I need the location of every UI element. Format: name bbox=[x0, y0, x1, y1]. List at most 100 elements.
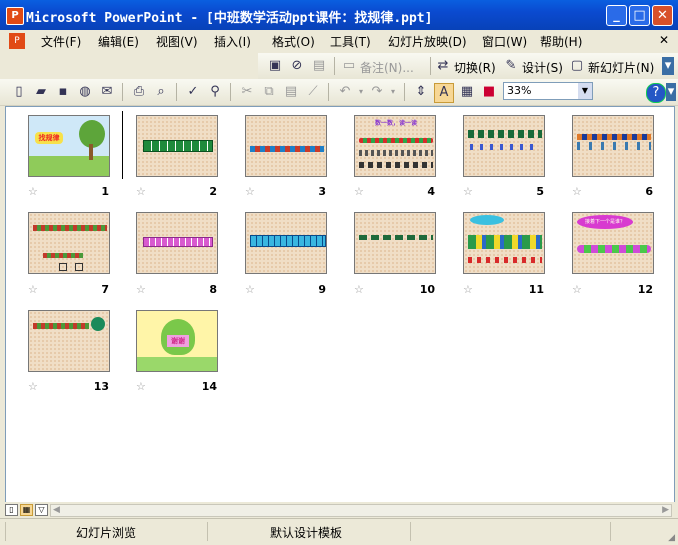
slide-thumbnail-4[interactable]: 数一数，读一读 bbox=[354, 115, 436, 177]
transition-button[interactable]: 切换(R) bbox=[454, 59, 496, 76]
transition-icon[interactable]: ⇄ bbox=[434, 57, 452, 75]
spelling-icon[interactable]: ✓ bbox=[184, 83, 202, 101]
menu-view[interactable]: 视图(V) bbox=[156, 33, 198, 50]
chevron-down-icon[interactable]: ▼ bbox=[578, 83, 592, 99]
cut-icon[interactable]: ✂ bbox=[238, 83, 256, 101]
redo-dropdown-icon[interactable]: ▾ bbox=[384, 83, 402, 101]
slide-12-number: 12 bbox=[637, 283, 653, 296]
permission-icon[interactable]: ◍ bbox=[76, 83, 94, 101]
slide-8-effect-icon[interactable]: ☆ bbox=[136, 283, 146, 296]
copy-icon[interactable]: ⧉ bbox=[260, 83, 278, 101]
slide-14-number: 14 bbox=[201, 380, 217, 393]
toolbar-options-icon[interactable]: ▾ bbox=[662, 57, 674, 75]
expand-all-icon[interactable]: ⇕ bbox=[412, 83, 430, 101]
slide-3-effect-icon[interactable]: ☆ bbox=[245, 185, 255, 198]
slide-1-effect-icon[interactable]: ☆ bbox=[28, 185, 38, 198]
minimize-button[interactable]: _ bbox=[606, 5, 627, 26]
open-folder-icon[interactable]: ▰ bbox=[32, 83, 50, 101]
status-bar: 幻灯片浏览 默认设计模板 ◢ bbox=[0, 518, 678, 545]
slide-5-effect-icon[interactable]: ☆ bbox=[463, 185, 473, 198]
zoom-value: 33% bbox=[507, 84, 532, 97]
resize-grip-icon[interactable]: ◢ bbox=[668, 533, 675, 543]
menu-file[interactable]: 文件(F) bbox=[41, 33, 81, 50]
slide-12-effect-icon[interactable]: ☆ bbox=[572, 283, 582, 296]
status-view-name: 幻灯片浏览 bbox=[76, 526, 137, 540]
slide-thumbnail-7[interactable] bbox=[28, 212, 110, 274]
slide-thumbnail-13[interactable] bbox=[28, 310, 110, 372]
document-icon[interactable]: P bbox=[9, 33, 25, 49]
scroll-left-icon[interactable]: ◀ bbox=[53, 505, 60, 515]
new-slide-button[interactable]: 新幻灯片(N) bbox=[588, 59, 654, 76]
help-icon[interactable]: ? bbox=[646, 83, 666, 103]
save-icon[interactable]: ▪ bbox=[54, 83, 72, 101]
slide-thumbnail-14[interactable]: 谢谢 bbox=[136, 310, 218, 372]
slide-8-number: 8 bbox=[209, 283, 217, 296]
slide-thumbnail-12[interactable]: 接着下一个是谁？ bbox=[572, 212, 654, 274]
menu-insert[interactable]: 插入(I) bbox=[214, 33, 251, 50]
slide-9-effect-icon[interactable]: ☆ bbox=[245, 283, 255, 296]
slide-10-number: 10 bbox=[419, 283, 435, 296]
menu-window[interactable]: 窗口(W) bbox=[482, 33, 527, 50]
new-slide-icon[interactable]: ▢ bbox=[568, 57, 586, 75]
comment-button[interactable]: 备注(N)... bbox=[360, 59, 414, 76]
email-icon[interactable]: ✉ bbox=[98, 83, 116, 101]
view-bar: ▯ ▦ ▽ ◀ ▶ bbox=[0, 502, 678, 518]
slide-thumbnail-5[interactable] bbox=[463, 115, 545, 177]
grid-icon[interactable]: ▦ bbox=[458, 83, 476, 101]
summary-slide-icon[interactable]: ⊘ bbox=[288, 57, 306, 75]
menu-tools[interactable]: 工具(T) bbox=[330, 33, 371, 50]
toolbar-more-icon[interactable]: ▾ bbox=[666, 83, 676, 101]
slide-11-effect-icon[interactable]: ☆ bbox=[463, 283, 473, 296]
slide-4-number: 4 bbox=[427, 185, 435, 198]
horizontal-scrollbar[interactable]: ◀ ▶ bbox=[50, 504, 672, 517]
hide-slide-icon[interactable]: ▣ bbox=[266, 57, 284, 75]
maximize-button[interactable]: □ bbox=[629, 5, 650, 26]
design-button[interactable]: 设计(S) bbox=[522, 59, 563, 76]
slide-6-effect-icon[interactable]: ☆ bbox=[572, 185, 582, 198]
expand-slides-icon[interactable]: ▤ bbox=[310, 57, 328, 75]
print-preview-icon[interactable]: ⌕ bbox=[152, 83, 170, 101]
scroll-right-icon[interactable]: ▶ bbox=[662, 505, 669, 515]
slideshow-view-button[interactable]: ▽ bbox=[35, 504, 48, 516]
slide-sorter-view-button[interactable]: ▦ bbox=[20, 504, 33, 516]
slide-4-effect-icon[interactable]: ☆ bbox=[354, 185, 364, 198]
print-icon[interactable]: ⎙ bbox=[130, 83, 148, 101]
menu-help[interactable]: 帮助(H) bbox=[540, 33, 582, 50]
zoom-select[interactable]: 33% ▼ bbox=[503, 82, 593, 100]
comment-icon[interactable]: ▭ bbox=[340, 57, 358, 75]
powerpoint-app-icon[interactable]: P bbox=[6, 7, 24, 25]
slide-thumbnail-2[interactable] bbox=[136, 115, 218, 177]
slide-thumbnail-3[interactable] bbox=[245, 115, 327, 177]
color-grayscale-icon[interactable]: ■ bbox=[480, 83, 498, 101]
new-file-icon[interactable]: ▯ bbox=[10, 83, 28, 101]
menu-slideshow[interactable]: 幻灯片放映(D) bbox=[388, 33, 467, 50]
design-icon[interactable]: ✎ bbox=[502, 57, 520, 75]
slide-10-effect-icon[interactable]: ☆ bbox=[354, 283, 364, 296]
slide-thumbnail-1[interactable]: 找规律 bbox=[28, 115, 110, 177]
slide-thumbnail-8[interactable] bbox=[136, 212, 218, 274]
slide-13-number: 13 bbox=[93, 380, 109, 393]
close-document-icon[interactable]: ✕ bbox=[659, 33, 669, 47]
slide-13-effect-icon[interactable]: ☆ bbox=[28, 380, 38, 393]
slide-thumbnail-10[interactable] bbox=[354, 212, 436, 274]
menu-edit[interactable]: 编辑(E) bbox=[98, 33, 139, 50]
slide-1-number: 1 bbox=[101, 185, 109, 198]
slide-thumbnail-9[interactable] bbox=[245, 212, 327, 274]
normal-view-button[interactable]: ▯ bbox=[5, 504, 18, 516]
slide-sorter-toolbar: ▣ ⊘ ▤ ▭ 备注(N)... ⇄ 切换(R) ✎ 设计(S) ▢ 新幻灯片(… bbox=[258, 53, 678, 80]
slide-11-number: 11 bbox=[528, 283, 544, 296]
format-painter-icon[interactable]: ⟋ bbox=[304, 83, 322, 101]
slide-thumbnail-6[interactable] bbox=[572, 115, 654, 177]
research-icon[interactable]: ⚲ bbox=[206, 83, 224, 101]
slide-14-effect-icon[interactable]: ☆ bbox=[136, 380, 146, 393]
slide-7-effect-icon[interactable]: ☆ bbox=[28, 283, 38, 296]
close-window-button[interactable]: ✕ bbox=[652, 5, 673, 26]
paste-icon[interactable]: ▤ bbox=[282, 83, 300, 101]
show-formatting-icon[interactable]: A bbox=[434, 83, 454, 103]
menu-format[interactable]: 格式(O) bbox=[272, 33, 315, 50]
status-template-name: 默认设计模板 bbox=[270, 526, 343, 540]
slide-2-effect-icon[interactable]: ☆ bbox=[136, 185, 146, 198]
slide-thumbnail-11[interactable] bbox=[463, 212, 545, 274]
window-title: Microsoft PowerPoint - [中班数学活动ppt课件：找规律.… bbox=[26, 11, 433, 26]
slide-sorter-pane[interactable]: 找规律 数一数，读一读 接着下一个是谁？ 谢谢 ☆ 1 ☆ 2 ☆ 3 ☆ 4 … bbox=[5, 106, 675, 504]
